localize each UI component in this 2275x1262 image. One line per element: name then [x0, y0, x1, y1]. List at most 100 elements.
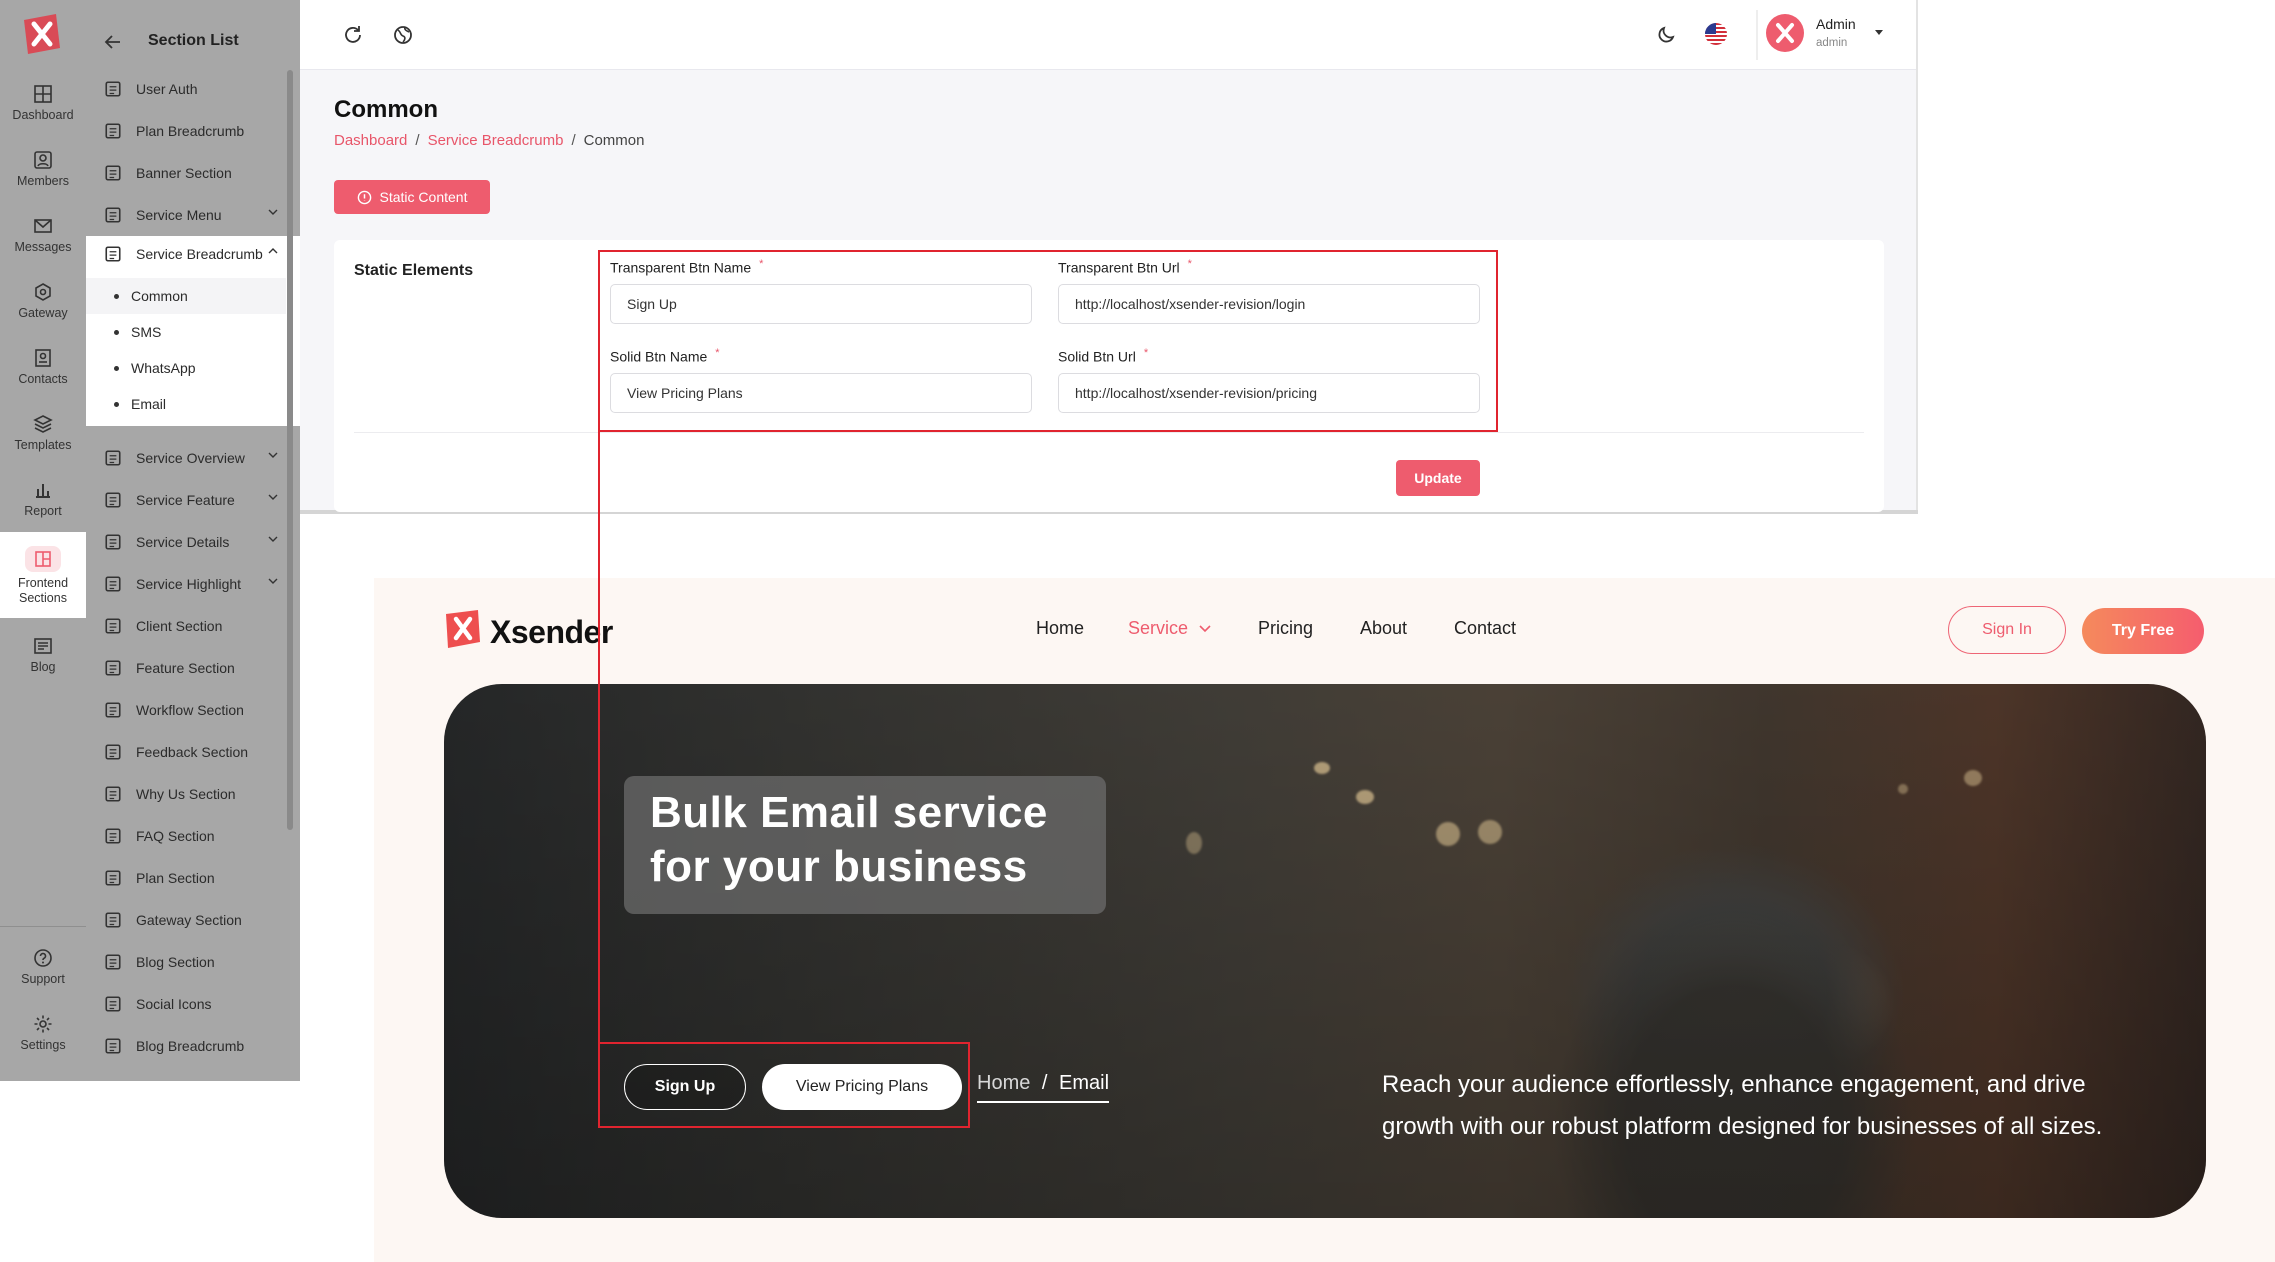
try-free-button[interactable]: Try Free	[2082, 608, 2204, 654]
hero-description: Reach your audience effortlessly, enhanc…	[1382, 1071, 2103, 1140]
section-list-item[interactable]: Service Breadcrumb	[86, 233, 292, 275]
section-list-item[interactable]: Social Icons	[86, 983, 292, 1025]
nav-about[interactable]: About	[1360, 618, 1407, 639]
rail-item-blog[interactable]: Blog	[0, 636, 86, 675]
nav-home[interactable]: Home	[1036, 618, 1084, 639]
section-list-item[interactable]: Gateway Section	[86, 899, 292, 941]
section-list-item-label: Plan Breadcrumb	[136, 123, 245, 139]
rail-item-templates[interactable]: Templates	[0, 414, 86, 453]
section-list-item[interactable]: FAQ Section	[86, 815, 292, 857]
section-list-item-label: Service Details	[136, 534, 230, 550]
section-list-item-label: Service Breadcrumb	[136, 246, 263, 262]
section-icon	[105, 870, 121, 886]
submenu-item-label: SMS	[131, 324, 162, 340]
section-list-item[interactable]: Service Highlight	[86, 563, 292, 605]
section-list-item-label: Workflow Section	[136, 702, 244, 718]
section-list-scrollbar[interactable]	[287, 70, 293, 830]
highlight-connector-line	[598, 432, 600, 1044]
avatar[interactable]	[1766, 14, 1804, 52]
submenu-item[interactable]: Common	[86, 278, 286, 314]
rail-item-members[interactable]: Members	[0, 150, 86, 189]
section-list-item[interactable]: Blog Breadcrumb	[86, 1025, 292, 1067]
rail-item-dashboard[interactable]: Dashboard	[0, 84, 86, 123]
section-list-item[interactable]: Plan Section	[86, 857, 292, 899]
breadcrumb-dashboard[interactable]: Dashboard	[334, 132, 407, 149]
section-list-item[interactable]: Service Details	[86, 521, 292, 563]
globe-icon[interactable]	[392, 24, 414, 46]
section-list-item-label: User Auth	[136, 81, 198, 97]
rail-item-report[interactable]: Report	[0, 480, 86, 519]
submenu-item-label: Email	[131, 396, 167, 412]
section-list-item[interactable]: Client Section	[86, 605, 292, 647]
section-icon	[105, 207, 121, 223]
chevron-down-icon	[268, 209, 278, 215]
section-icon	[105, 81, 121, 97]
section-icon	[105, 123, 121, 139]
rail-divider	[0, 926, 86, 927]
section-icon	[105, 996, 121, 1012]
blog-icon	[34, 638, 52, 654]
rail-item-frontend-sections[interactable]: Frontend Sections	[0, 532, 86, 618]
section-list-item[interactable]: Service Menu	[86, 194, 292, 236]
section-icon	[105, 828, 121, 844]
section-list-item-label: Social Icons	[136, 996, 212, 1012]
chevron-down-icon	[268, 452, 278, 458]
section-icon	[105, 576, 121, 592]
us-flag-icon[interactable]	[1704, 22, 1728, 46]
section-list-item[interactable]: Why Us Section	[86, 773, 292, 815]
nav-service[interactable]: Service	[1128, 618, 1188, 639]
breadcrumb-service-breadcrumb[interactable]: Service Breadcrumb	[428, 132, 564, 149]
caret-down-icon[interactable]	[1874, 29, 1884, 37]
xsender-logo-icon[interactable]	[20, 12, 64, 56]
section-list-items: User Auth Plan Breadcrumb Banner Section Se…	[86, 0, 300, 1081]
user-name: Admin	[1816, 16, 1856, 32]
moon-icon[interactable]	[1656, 23, 1678, 45]
nav-pricing[interactable]: Pricing	[1258, 618, 1313, 639]
section-list-item[interactable]: Plan Breadcrumb	[86, 110, 292, 152]
section-list-item[interactable]: Feedback Section	[86, 731, 292, 773]
section-list-item[interactable]: Feature Section	[86, 647, 292, 689]
rail-label: Members	[16, 174, 70, 188]
submenu-item[interactable]: Email	[86, 386, 286, 422]
hero-breadcrumb: Home / Email	[977, 1072, 1110, 1103]
section-list-item[interactable]: Blog Section	[86, 941, 292, 983]
section-icon	[105, 246, 121, 262]
hero-crumb-current: Email	[1059, 1072, 1110, 1094]
chevron-down-icon	[268, 536, 278, 542]
xsender-brand-logo-icon[interactable]	[444, 610, 482, 648]
rail-item-support[interactable]: Support	[0, 948, 86, 987]
section-list-item[interactable]: User Auth	[86, 68, 292, 110]
hero-crumb-home[interactable]: Home	[977, 1072, 1030, 1094]
section-list-item[interactable]: Banner Section	[86, 152, 292, 194]
update-button[interactable]: Update	[1396, 460, 1480, 496]
brand-name[interactable]: Xsender	[490, 614, 613, 651]
section-icon	[105, 450, 121, 466]
rail-item-gateway[interactable]: Gateway	[0, 282, 86, 321]
mail-icon	[34, 219, 52, 233]
bullet-icon	[114, 329, 119, 335]
section-list-item[interactable]: Service Feature	[86, 479, 292, 521]
submenu-item[interactable]: SMS	[86, 314, 286, 350]
section-list-item-label: Plan Section	[136, 870, 215, 886]
section-list-item[interactable]: Service Overview	[86, 437, 292, 479]
section-icon	[105, 1038, 121, 1054]
static-content-button[interactable]: Static Content	[334, 180, 490, 214]
rail-item-contacts[interactable]: Contacts	[0, 348, 86, 387]
grid-icon	[34, 85, 52, 103]
contacts-icon	[35, 349, 51, 367]
submenu-item[interactable]: WhatsApp	[86, 350, 286, 386]
nav-contact[interactable]: Contact	[1454, 618, 1516, 639]
rail-label: Templates	[14, 438, 72, 452]
rail-label: Blog	[30, 660, 56, 674]
section-list-item[interactable]: Workflow Section	[86, 689, 292, 731]
rail-item-messages[interactable]: Messages	[0, 216, 86, 255]
info-circle-icon	[357, 190, 371, 204]
sign-in-button[interactable]: Sign In	[1948, 606, 2066, 654]
section-list-item-label: Blog Breadcrumb	[136, 1038, 245, 1054]
gateway-icon	[35, 283, 51, 301]
hero-title: Bulk Email service for your business	[650, 788, 1048, 891]
rail-item-settings[interactable]: Settings	[0, 1014, 86, 1053]
section-list-item-label: Feature Section	[136, 660, 235, 676]
refresh-icon[interactable]	[342, 24, 364, 46]
section-icon	[105, 660, 121, 676]
